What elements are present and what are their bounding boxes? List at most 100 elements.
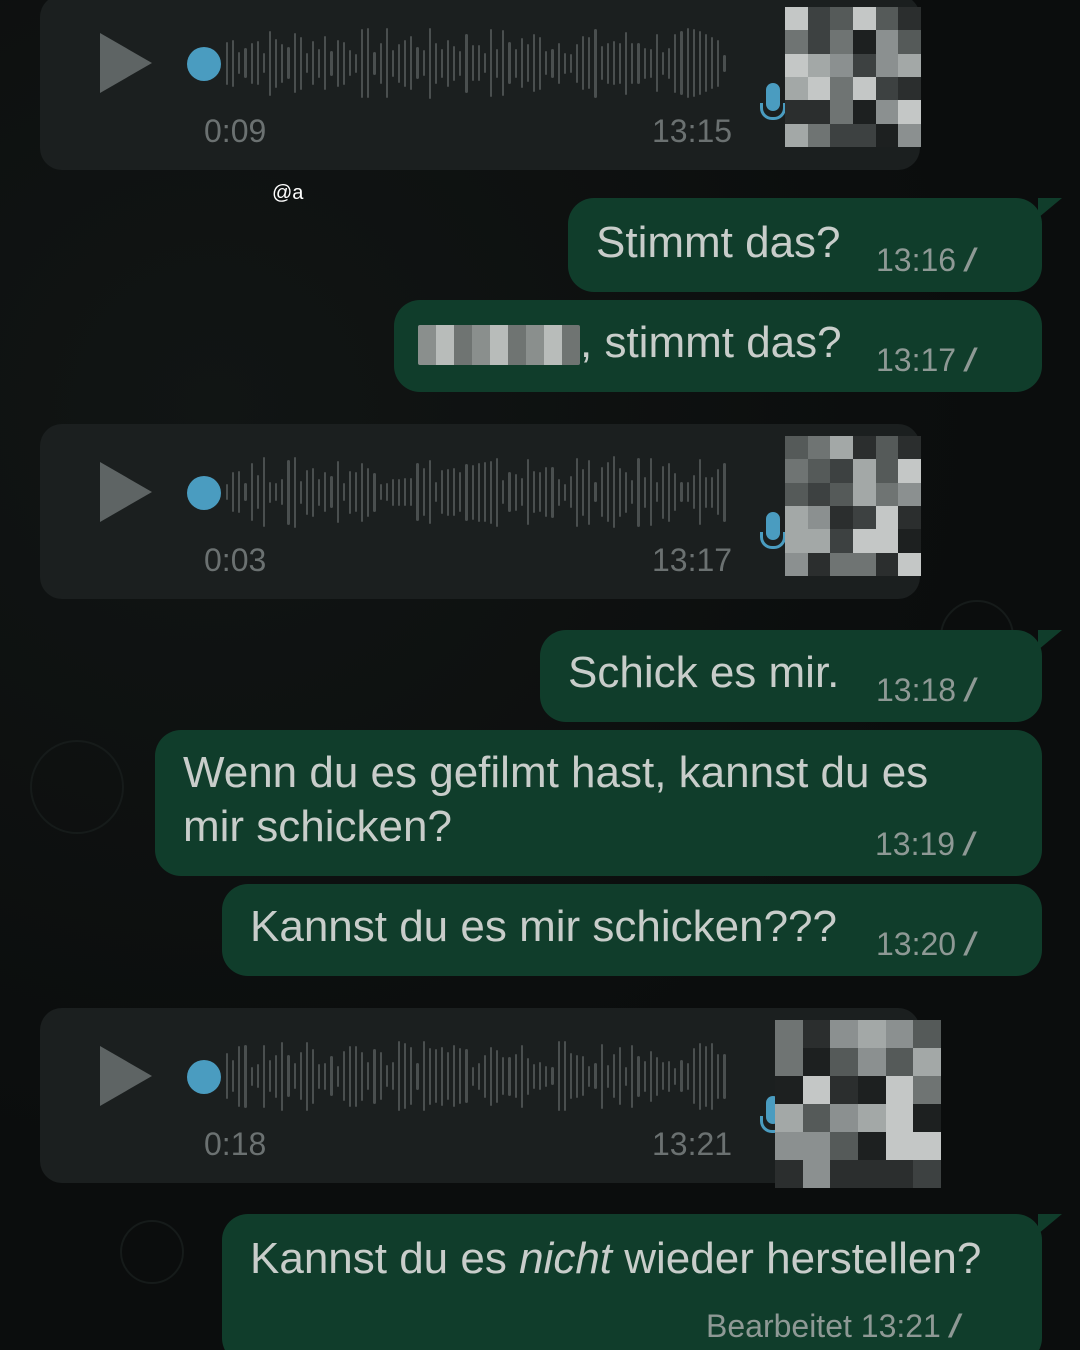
waveform-bar xyxy=(428,460,431,524)
message-time: 13:21 xyxy=(860,1308,941,1344)
waveform-bar xyxy=(447,1052,450,1100)
waveform-bar xyxy=(238,471,241,513)
background-doodle xyxy=(120,1220,184,1284)
microphone-icon xyxy=(760,83,786,120)
waveform-bar xyxy=(557,1041,560,1111)
avatar-pixel xyxy=(913,1020,941,1048)
playback-position-dot[interactable] xyxy=(187,47,221,81)
outgoing-message[interactable]: Wenn du es gefilmt hast, kannst du es mi… xyxy=(155,730,1042,876)
outgoing-message[interactable]: Kannst du es nicht wieder herstellen? Be… xyxy=(222,1214,1042,1350)
audio-waveform[interactable] xyxy=(226,454,726,530)
waveform-bar xyxy=(238,1045,241,1107)
waveform-bar xyxy=(453,468,456,516)
message-time: 13:20 xyxy=(876,926,957,962)
avatar-pixel xyxy=(802,1020,831,1048)
waveform-bar xyxy=(465,33,468,93)
message-text: Stimmt das? xyxy=(596,218,841,267)
voice-message[interactable]: 0:18 13:21 xyxy=(40,1008,941,1188)
avatar-pixel xyxy=(785,482,808,506)
voice-duration: 0:03 xyxy=(204,542,267,578)
chat-view: @a 0:09 13:15 Stimmt das? 13:16// , stim… xyxy=(0,0,1080,1350)
waveform-bar xyxy=(588,459,591,525)
redacted-name xyxy=(418,325,580,366)
waveform-bar xyxy=(471,1066,474,1086)
playback-position-dot[interactable] xyxy=(187,1060,221,1094)
waveform-bar xyxy=(717,39,720,87)
avatar-pixel xyxy=(785,459,808,483)
waveform-bar xyxy=(520,478,523,506)
waveform-bar xyxy=(299,36,302,90)
outgoing-message[interactable]: Stimmt das? 13:16// xyxy=(568,198,1042,292)
avatar-pixel xyxy=(875,482,899,506)
waveform-bar xyxy=(459,1048,462,1104)
waveform-bar xyxy=(606,1064,609,1088)
avatar-pixel xyxy=(852,30,876,54)
waveform-bar xyxy=(422,50,425,76)
waveform-bar xyxy=(361,462,364,522)
waveform-bar xyxy=(348,1045,351,1107)
avatar[interactable] xyxy=(775,1020,941,1188)
waveform-bar xyxy=(526,1057,530,1095)
avatar[interactable] xyxy=(785,7,921,147)
waveform-bar xyxy=(514,48,517,78)
waveform-bar xyxy=(600,1043,603,1109)
waveform-bar xyxy=(428,1047,431,1105)
waveform-bar xyxy=(508,1056,511,1096)
waveform-bar xyxy=(551,48,554,78)
waveform-bar xyxy=(576,43,579,83)
avatar-pixel xyxy=(830,123,853,147)
waveform-bar xyxy=(563,1041,566,1111)
waveform-bar xyxy=(588,1065,591,1087)
waveform-bar xyxy=(686,28,689,98)
voice-message[interactable]: 0:03 13:17 xyxy=(40,424,921,599)
waveform-bar xyxy=(459,472,462,512)
playback-position-dot[interactable] xyxy=(187,476,221,510)
outgoing-message[interactable]: Kannst du es mir schicken??? 13:20// xyxy=(222,884,1042,976)
avatar-pixel xyxy=(852,100,876,124)
waveform-bar xyxy=(336,39,339,87)
voice-duration: 0:18 xyxy=(204,1126,267,1162)
waveform-bar xyxy=(281,479,284,505)
avatar-pixel xyxy=(775,1132,803,1160)
waveform-bar xyxy=(477,45,480,81)
voice-message[interactable]: 0:09 13:15 xyxy=(40,0,921,170)
waveform-bar xyxy=(698,31,701,95)
avatar-pixel xyxy=(775,1020,803,1048)
play-icon[interactable] xyxy=(100,33,152,93)
waveform-bar xyxy=(520,1044,523,1108)
waveform-bar xyxy=(256,41,259,85)
message-text: Schick es mir. xyxy=(568,648,840,697)
waveform-bar xyxy=(520,38,523,88)
avatar-pixel xyxy=(807,30,831,54)
waveform-bar xyxy=(674,33,677,93)
waveform-bar xyxy=(551,1067,554,1085)
waveform-bar xyxy=(612,1054,615,1098)
waveform-bar xyxy=(244,48,247,78)
waveform-bar xyxy=(631,1044,634,1108)
avatar[interactable] xyxy=(785,436,921,576)
play-icon[interactable] xyxy=(100,462,152,522)
avatar-pixel xyxy=(785,529,808,553)
waveform-bar xyxy=(367,28,370,98)
waveform-bar xyxy=(496,1049,499,1103)
avatar-pixel xyxy=(875,7,899,31)
play-icon[interactable] xyxy=(100,1046,152,1106)
waveform-bar xyxy=(625,471,628,513)
outgoing-message[interactable]: Schick es mir. 13:18// xyxy=(540,630,1042,722)
message-text: Kannst du es nicht wieder herstellen? xyxy=(250,1234,982,1283)
avatar-pixel xyxy=(807,436,831,460)
waveform-bar xyxy=(643,476,646,508)
waveform-bar xyxy=(318,48,321,78)
avatar-pixel xyxy=(898,459,921,483)
audio-waveform[interactable] xyxy=(226,1038,726,1114)
waveform-bar xyxy=(391,49,394,77)
waveform-bar xyxy=(514,1054,517,1098)
audio-waveform[interactable] xyxy=(226,25,726,101)
waveform-bar xyxy=(619,467,622,517)
waveform-bar xyxy=(545,51,548,75)
waveform-bar xyxy=(342,41,345,85)
waveform-bar xyxy=(711,1042,714,1110)
outgoing-message[interactable]: , stimmt das? 13:17// xyxy=(394,300,1042,392)
avatar-pixel xyxy=(785,53,808,77)
waveform-bar xyxy=(582,36,585,90)
